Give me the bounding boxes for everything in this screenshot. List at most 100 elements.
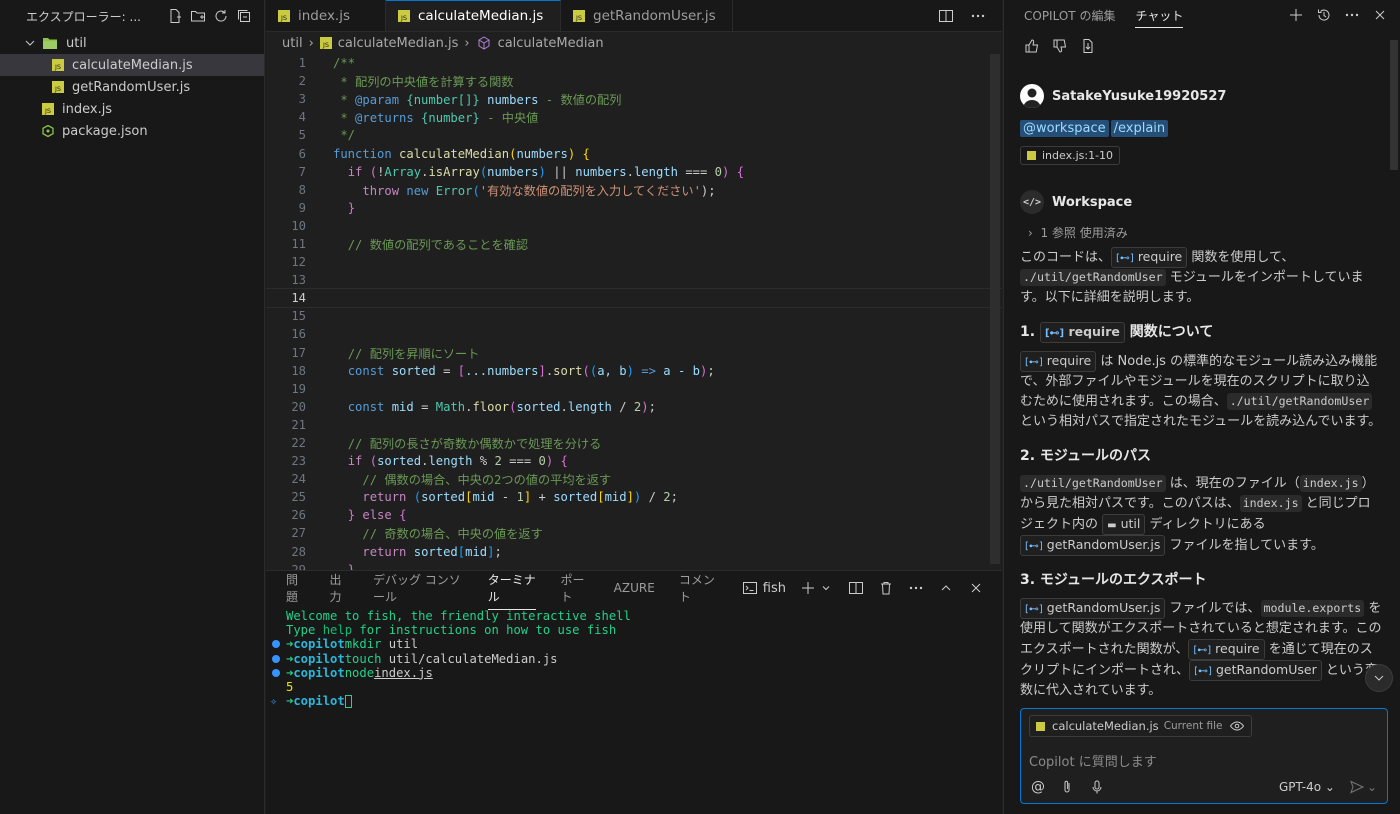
code-line[interactable]: 2 * 配列の中央値を計算する関数 [266,72,1002,90]
symbol-chip[interactable]: [⊷] getRandomUser.js [1020,535,1166,556]
terminal[interactable]: Welcome to fish, the friendly interactiv… [266,609,1002,708]
panel-tab-ports[interactable]: ポート [560,571,589,605]
refresh-icon[interactable] [213,8,229,24]
breadcrumb-file[interactable]: calculateMedian.js [338,36,459,51]
chat-scrollbar[interactable] [1390,40,1398,170]
split-editor-icon[interactable] [938,8,954,24]
add-terminal-icon[interactable] [800,580,816,596]
code-line[interactable]: 28 return sorted[mid]; [266,543,1002,561]
code-line[interactable]: 22 // 配列の長さが奇数か偶数かで処理を分ける [266,434,1002,452]
model-selector[interactable]: GPT-4o ⌄ [1279,780,1335,794]
panel-tab-debug-console[interactable]: デバッグ コンソール [373,571,464,605]
close-icon[interactable] [1372,7,1388,23]
tab-calculateMedian-js[interactable]: JS calculateMedian.js [386,0,561,31]
insert-into-editor-icon[interactable] [1080,38,1096,54]
thumbs-down-icon[interactable] [1052,38,1068,54]
plus-icon[interactable] [1288,7,1304,23]
code-line[interactable]: 3 * @param {number[]} numbers - 数値の配列 [266,90,1002,108]
breadcrumb-folder[interactable]: util [282,36,303,51]
code-line[interactable]: 9 } [266,199,1002,217]
split-terminal-icon[interactable] [848,580,864,596]
code-line[interactable]: 11 // 数値の配列であることを確認 [266,235,1002,253]
chevron-down-icon[interactable] [818,580,834,596]
code-line[interactable]: 20 const mid = Math.floor(sorted.length … [266,398,1002,416]
code-line[interactable]: 17 // 配列を昇順にソート [266,344,1002,362]
new-folder-icon[interactable] [190,8,206,24]
attach-icon[interactable] [1059,779,1075,795]
tree-file-index[interactable]: JS index.js [0,98,264,120]
terminal-shell-selector[interactable]: fish [742,580,786,596]
tab-index-js[interactable]: JS index.js [266,0,386,31]
chevron-down-icon[interactable]: ⌄ [1367,780,1377,794]
code-line[interactable]: 12 [266,253,1002,271]
trash-icon[interactable] [878,580,894,596]
symbol-chip[interactable]: [⊷] require [1039,322,1125,343]
close-icon[interactable] [968,580,984,596]
code-line[interactable]: 16 [266,325,1002,343]
current-file-chip[interactable]: calculateMedian.js Current file [1029,715,1253,737]
eye-icon[interactable] [1229,718,1245,734]
tree-file-package-json[interactable]: package.json [0,120,264,142]
code-line[interactable]: 13 [266,271,1002,289]
folder-chip[interactable]: ▬ util [1102,514,1146,535]
microphone-icon[interactable] [1089,779,1105,795]
mention-workspace[interactable]: @workspace [1020,120,1109,137]
code-line[interactable]: 18 const sorted = [...numbers].sort((a, … [266,362,1002,380]
breadcrumb-symbol[interactable]: calculateMedian [498,36,604,51]
code-line[interactable]: 14 [266,288,1002,309]
code-line[interactable]: 6 function calculateMedian(numbers) { [266,144,1002,162]
history-icon[interactable] [1316,7,1332,23]
code-line[interactable]: 8 throw new Error('有効な数値の配列を入力してください'); [266,181,1002,199]
symbol-chip[interactable]: [⊷] require [1188,639,1265,660]
tree-folder-util[interactable]: util [0,32,264,54]
code-editor[interactable]: 1/** 2 * 配列の中央値を計算する関数 3 * @param {number[… [266,54,1002,570]
symbol-chip[interactable]: [⊷] require [1020,351,1097,372]
code-line[interactable]: 10 [266,217,1002,235]
symbol-chip[interactable]: [⊷] getRandomUser.js [1020,598,1166,619]
tree-file-getRandomUser[interactable]: JS getRandomUser.js [0,76,264,98]
tab-chat[interactable]: チャット [1135,7,1184,28]
code-line[interactable]: 4 * @returns {number} - 中央値 [266,108,1002,126]
panel-tab-comments[interactable]: コメント [679,571,718,605]
code-line[interactable]: 7 if (!Array.isArray(numbers) || numbers… [266,163,1002,181]
code-line[interactable]: 21 [266,416,1002,434]
symbol-chip[interactable]: [⊷] getRandomUser [1189,660,1322,681]
code-line[interactable]: 29 } [266,561,1002,570]
reference-chip[interactable]: index.js:1-10 [1020,146,1121,165]
send-icon[interactable] [1349,779,1365,795]
panel-tab-problems[interactable]: 問題 [286,571,305,605]
thumbs-up-icon[interactable] [1024,38,1040,54]
mention-explain[interactable]: /explain [1110,120,1169,137]
panel-tab-terminal[interactable]: ターミナル [487,571,537,610]
mention-icon[interactable]: @ [1031,779,1045,795]
sparkle-icon[interactable]: ✧ [270,694,277,708]
chat-input[interactable]: Copilot に質問します [1029,751,1387,770]
code-line[interactable]: 15 [266,307,1002,325]
editor-scrollbar[interactable] [988,54,1002,570]
more-actions-icon[interactable] [908,580,924,596]
code-line[interactable]: 19 [266,380,1002,398]
command-decoration-icon[interactable] [272,654,280,663]
panel-tab-output[interactable]: 出力 [329,571,348,605]
command-decoration-icon[interactable] [272,668,280,677]
code-line[interactable]: 1 /** [266,54,1002,72]
code-line[interactable]: 27 // 奇数の場合、中央の値を返す [266,524,1002,542]
code-line[interactable]: 5 */ [266,126,1002,144]
tab-getRandomUser-js[interactable]: JS getRandomUser.js [561,0,733,31]
command-decoration-icon[interactable] [272,640,280,649]
scroll-down-button[interactable] [1365,664,1393,692]
code-line[interactable]: 25 return (sorted[mid - 1] + sorted[mid]… [266,488,1002,506]
panel-tab-azure[interactable]: AZURE [614,581,655,595]
collapse-all-icon[interactable] [236,8,252,24]
code-line[interactable]: 24 // 偶数の場合、中央の2つの値の平均を返す [266,470,1002,488]
tab-copilot-edits[interactable]: COPILOT の編集 [1024,7,1115,24]
more-actions-icon[interactable] [1344,7,1360,23]
symbol-chip[interactable]: [⊷] require [1111,247,1188,268]
references-used[interactable]: › 1 参照 使用済み [1004,224,1400,241]
new-file-icon[interactable] [167,8,183,24]
code-line[interactable]: 26 } else { [266,506,1002,524]
tree-file-calculateMedian[interactable]: JS calculateMedian.js [0,54,264,76]
more-actions-icon[interactable] [970,8,986,24]
chevron-up-icon[interactable] [938,580,954,596]
code-line[interactable]: 23 if (sorted.length % 2 === 0) { [266,452,1002,470]
